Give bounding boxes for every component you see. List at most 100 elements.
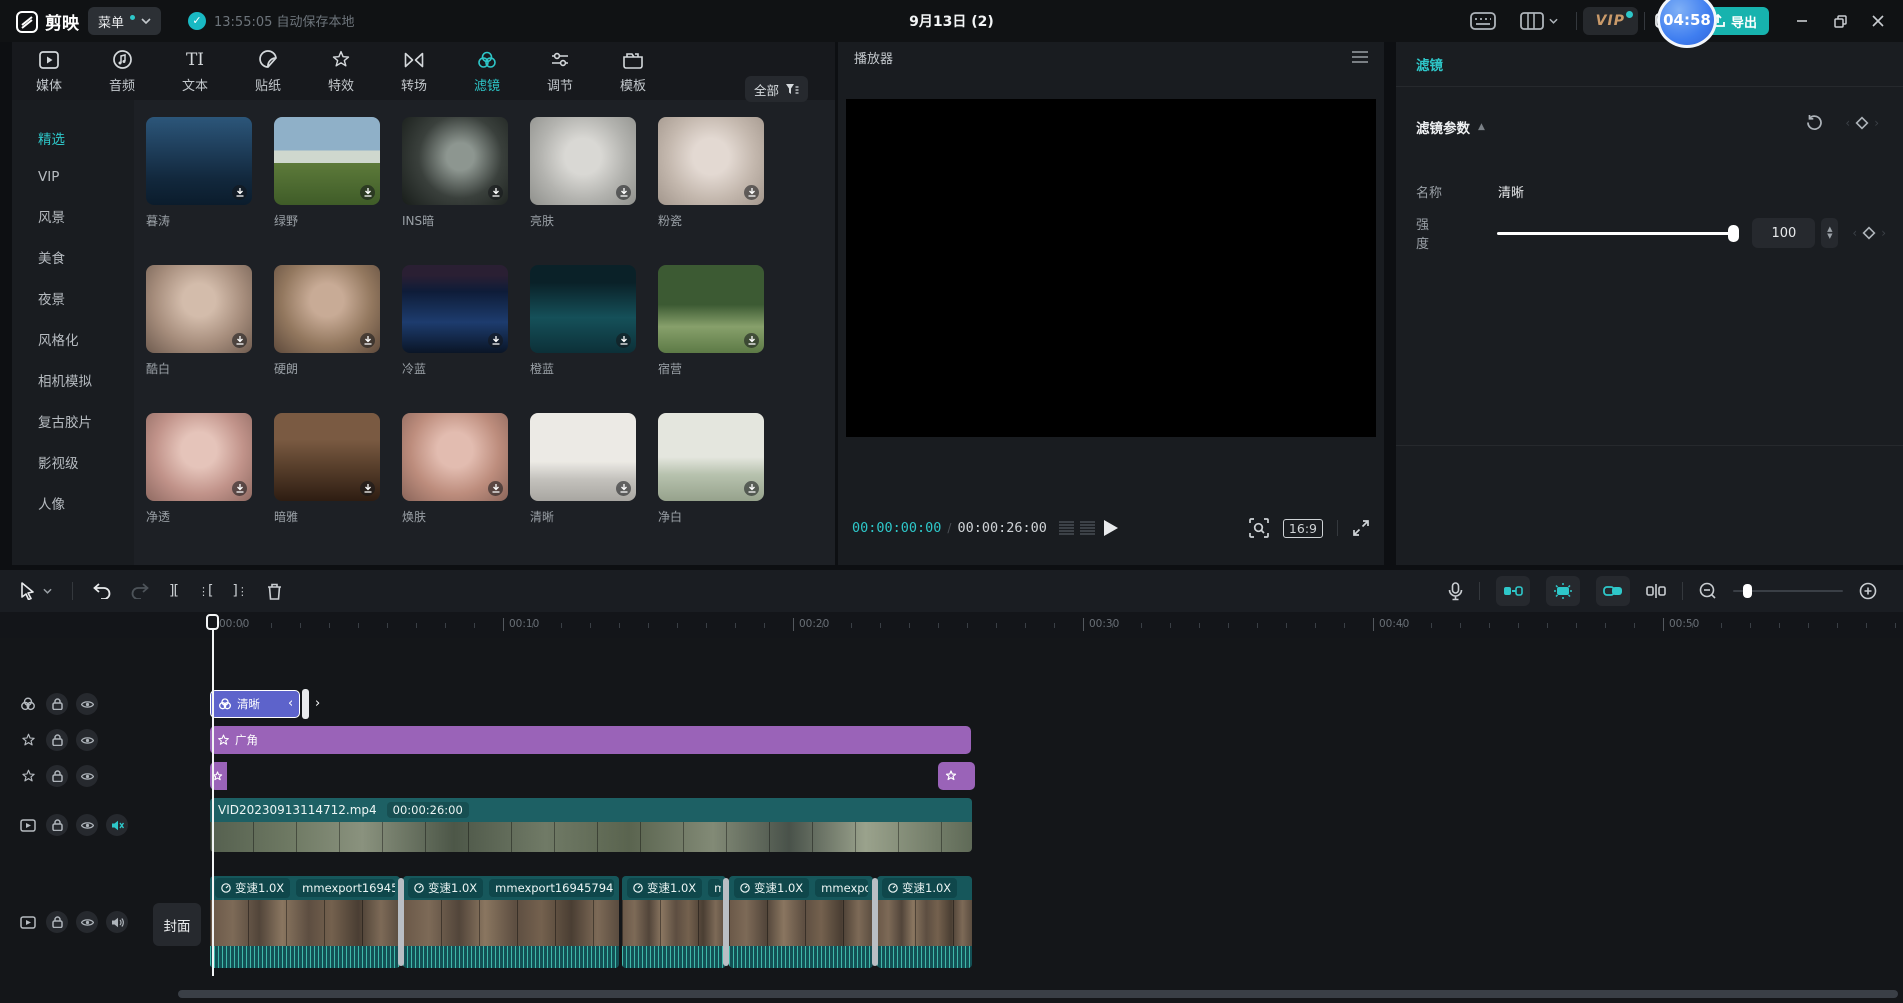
filter-card[interactable]: INS暗 <box>402 117 508 229</box>
speaker-icon[interactable] <box>106 911 128 933</box>
lock-icon[interactable] <box>46 765 68 787</box>
play-button[interactable] <box>1103 519 1119 537</box>
mute-speaker-icon[interactable] <box>106 814 128 836</box>
trim-right-handle[interactable]: › <box>315 696 320 711</box>
vip-button[interactable]: VIP <box>1583 7 1638 35</box>
record-voiceover-icon[interactable] <box>1448 582 1463 601</box>
split-track-button[interactable] <box>1646 584 1666 598</box>
category-cinematic[interactable]: 影视级 <box>38 452 134 472</box>
tab-adjust[interactable]: 调节 <box>537 49 583 94</box>
playhead-line[interactable] <box>212 614 214 976</box>
filter-card[interactable]: 清晰 <box>530 413 636 525</box>
tab-audio[interactable]: 音频 <box>99 49 145 94</box>
category-scenery[interactable]: 风景 <box>38 206 134 226</box>
eye-icon[interactable] <box>76 729 98 751</box>
trim-left-handle[interactable]: ‹ <box>288 696 293 711</box>
trim-handle-bar[interactable] <box>302 689 309 719</box>
lock-icon[interactable] <box>46 911 68 933</box>
filter-card[interactable]: 粉瓷 <box>658 117 764 229</box>
filter-card[interactable]: 焕肤 <box>402 413 508 525</box>
category-night[interactable]: 夜景 <box>38 288 134 308</box>
split-keep-right-button[interactable]: ]⋮ <box>232 583 246 599</box>
filter-params-section-header[interactable]: 滤镜参数 ▲ <box>1416 117 1485 137</box>
video-clip[interactable]: 变速1.0X <box>877 876 972 968</box>
keyframe-next-icon[interactable]: › <box>1881 226 1886 240</box>
clip-divider-handle[interactable] <box>398 878 404 966</box>
lock-icon[interactable] <box>46 814 68 836</box>
keyframe-next-icon[interactable]: › <box>1874 116 1879 130</box>
filter-card[interactable]: 暗雅 <box>274 413 380 525</box>
clip-divider-handle[interactable] <box>723 878 729 966</box>
eye-icon[interactable] <box>76 693 98 715</box>
tab-effects[interactable]: 特效 <box>318 49 364 94</box>
clip-divider-handle[interactable] <box>872 878 878 966</box>
playhead-handle[interactable] <box>206 614 219 630</box>
eye-icon[interactable] <box>76 911 98 933</box>
filter-all-dropdown[interactable]: 全部 <box>745 76 808 102</box>
category-featured[interactable]: 精选 <box>38 128 134 148</box>
filter-card[interactable]: 亮肤 <box>530 117 636 229</box>
video-clip[interactable]: 变速1.0X mmexport169457949 <box>403 876 619 968</box>
cover-button[interactable]: 封面 <box>153 903 201 946</box>
strength-slider[interactable] <box>1497 232 1735 235</box>
filter-card[interactable]: 冷蓝 <box>402 265 508 377</box>
video-viewport[interactable] <box>846 99 1376 437</box>
preview-axis-toggle[interactable] <box>1546 576 1580 606</box>
category-stylized[interactable]: 风格化 <box>38 329 134 349</box>
lock-icon[interactable] <box>46 729 68 751</box>
video-clip[interactable]: 变速1.0X mm <box>622 876 726 968</box>
eye-icon[interactable] <box>76 814 98 836</box>
tab-sticker[interactable]: 贴纸 <box>245 49 291 94</box>
keyframe-diamond-icon[interactable] <box>1862 226 1876 240</box>
zoom-out-icon[interactable] <box>1699 582 1717 600</box>
player-menu-icon[interactable] <box>1352 51 1368 63</box>
value-stepper[interactable]: ▲▼ <box>1821 218 1838 248</box>
tab-transitions[interactable]: 转场 <box>391 49 437 94</box>
keyframe-prev-icon[interactable]: ‹ <box>1845 116 1850 130</box>
slider-handle[interactable] <box>1728 225 1739 242</box>
tab-text[interactable]: TI 文本 <box>172 49 218 94</box>
category-portrait[interactable]: 人像 <box>38 493 134 513</box>
tab-templates[interactable]: 模板 <box>610 49 656 94</box>
select-tool-button[interactable] <box>20 582 52 600</box>
filter-card[interactable]: 酷白 <box>146 265 252 377</box>
category-retro-film[interactable]: 复古胶片 <box>38 411 134 431</box>
link-clips-toggle[interactable] <box>1596 576 1630 606</box>
tab-media[interactable]: 媒体 <box>26 49 72 94</box>
reset-icon[interactable] <box>1806 114 1823 131</box>
effect-clip[interactable]: 广角 <box>210 726 971 754</box>
timeline-zoom-slider[interactable] <box>1733 590 1843 592</box>
video-clip[interactable]: 变速1.0X mmexport16945 <box>210 876 400 968</box>
category-food[interactable]: 美食 <box>38 247 134 267</box>
snap-to-main-track-toggle[interactable] <box>1496 576 1530 606</box>
filter-card[interactable]: 硬朗 <box>274 265 380 377</box>
strength-value-input[interactable]: 100 <box>1752 218 1815 248</box>
keyframe-prev-icon[interactable]: ‹ <box>1852 226 1857 240</box>
filter-card[interactable]: 净白 <box>658 413 764 525</box>
video-clip[interactable]: 变速1.0X mmexport1 <box>729 876 873 968</box>
undo-button[interactable] <box>93 583 111 599</box>
eye-icon[interactable] <box>76 765 98 787</box>
shortcut-keyboard-icon[interactable] <box>1458 11 1508 31</box>
layout-switch-icon[interactable] <box>1508 11 1570 31</box>
filter-card[interactable]: 暮涛 <box>146 117 252 229</box>
filter-card[interactable]: 绿野 <box>274 117 380 229</box>
horizontal-scrollbar[interactable] <box>178 990 1898 998</box>
overlay-video-clip[interactable]: VID20230913114712.mp4 00:00:26:00 <box>210 798 972 852</box>
split-clip-button[interactable]: ][ <box>169 583 178 599</box>
keyframe-diamond-icon[interactable] <box>1855 116 1869 130</box>
tab-filters[interactable]: 滤镜 <box>464 49 510 94</box>
filter-clip-selected[interactable]: 清晰 <box>210 690 300 718</box>
zoom-in-icon[interactable] <box>1859 582 1877 600</box>
category-camera-sim[interactable]: 相机模拟 <box>38 370 134 390</box>
minimize-button[interactable] <box>1785 6 1819 36</box>
effect-clip-fragment[interactable] <box>938 762 975 790</box>
redo-button[interactable] <box>131 583 149 599</box>
delete-button[interactable] <box>267 583 282 600</box>
zoom-slider-handle[interactable] <box>1743 584 1752 598</box>
inspector-tab-filter[interactable]: 滤镜 <box>1416 54 1443 74</box>
category-vip[interactable]: VIP <box>38 169 134 185</box>
close-button[interactable] <box>1861 6 1895 36</box>
split-keep-left-button[interactable]: ⋮[ <box>198 583 212 599</box>
timeline-ruler[interactable]: 00:00 00:10 00:20 00:30 00:40 00:50 <box>0 612 1903 638</box>
